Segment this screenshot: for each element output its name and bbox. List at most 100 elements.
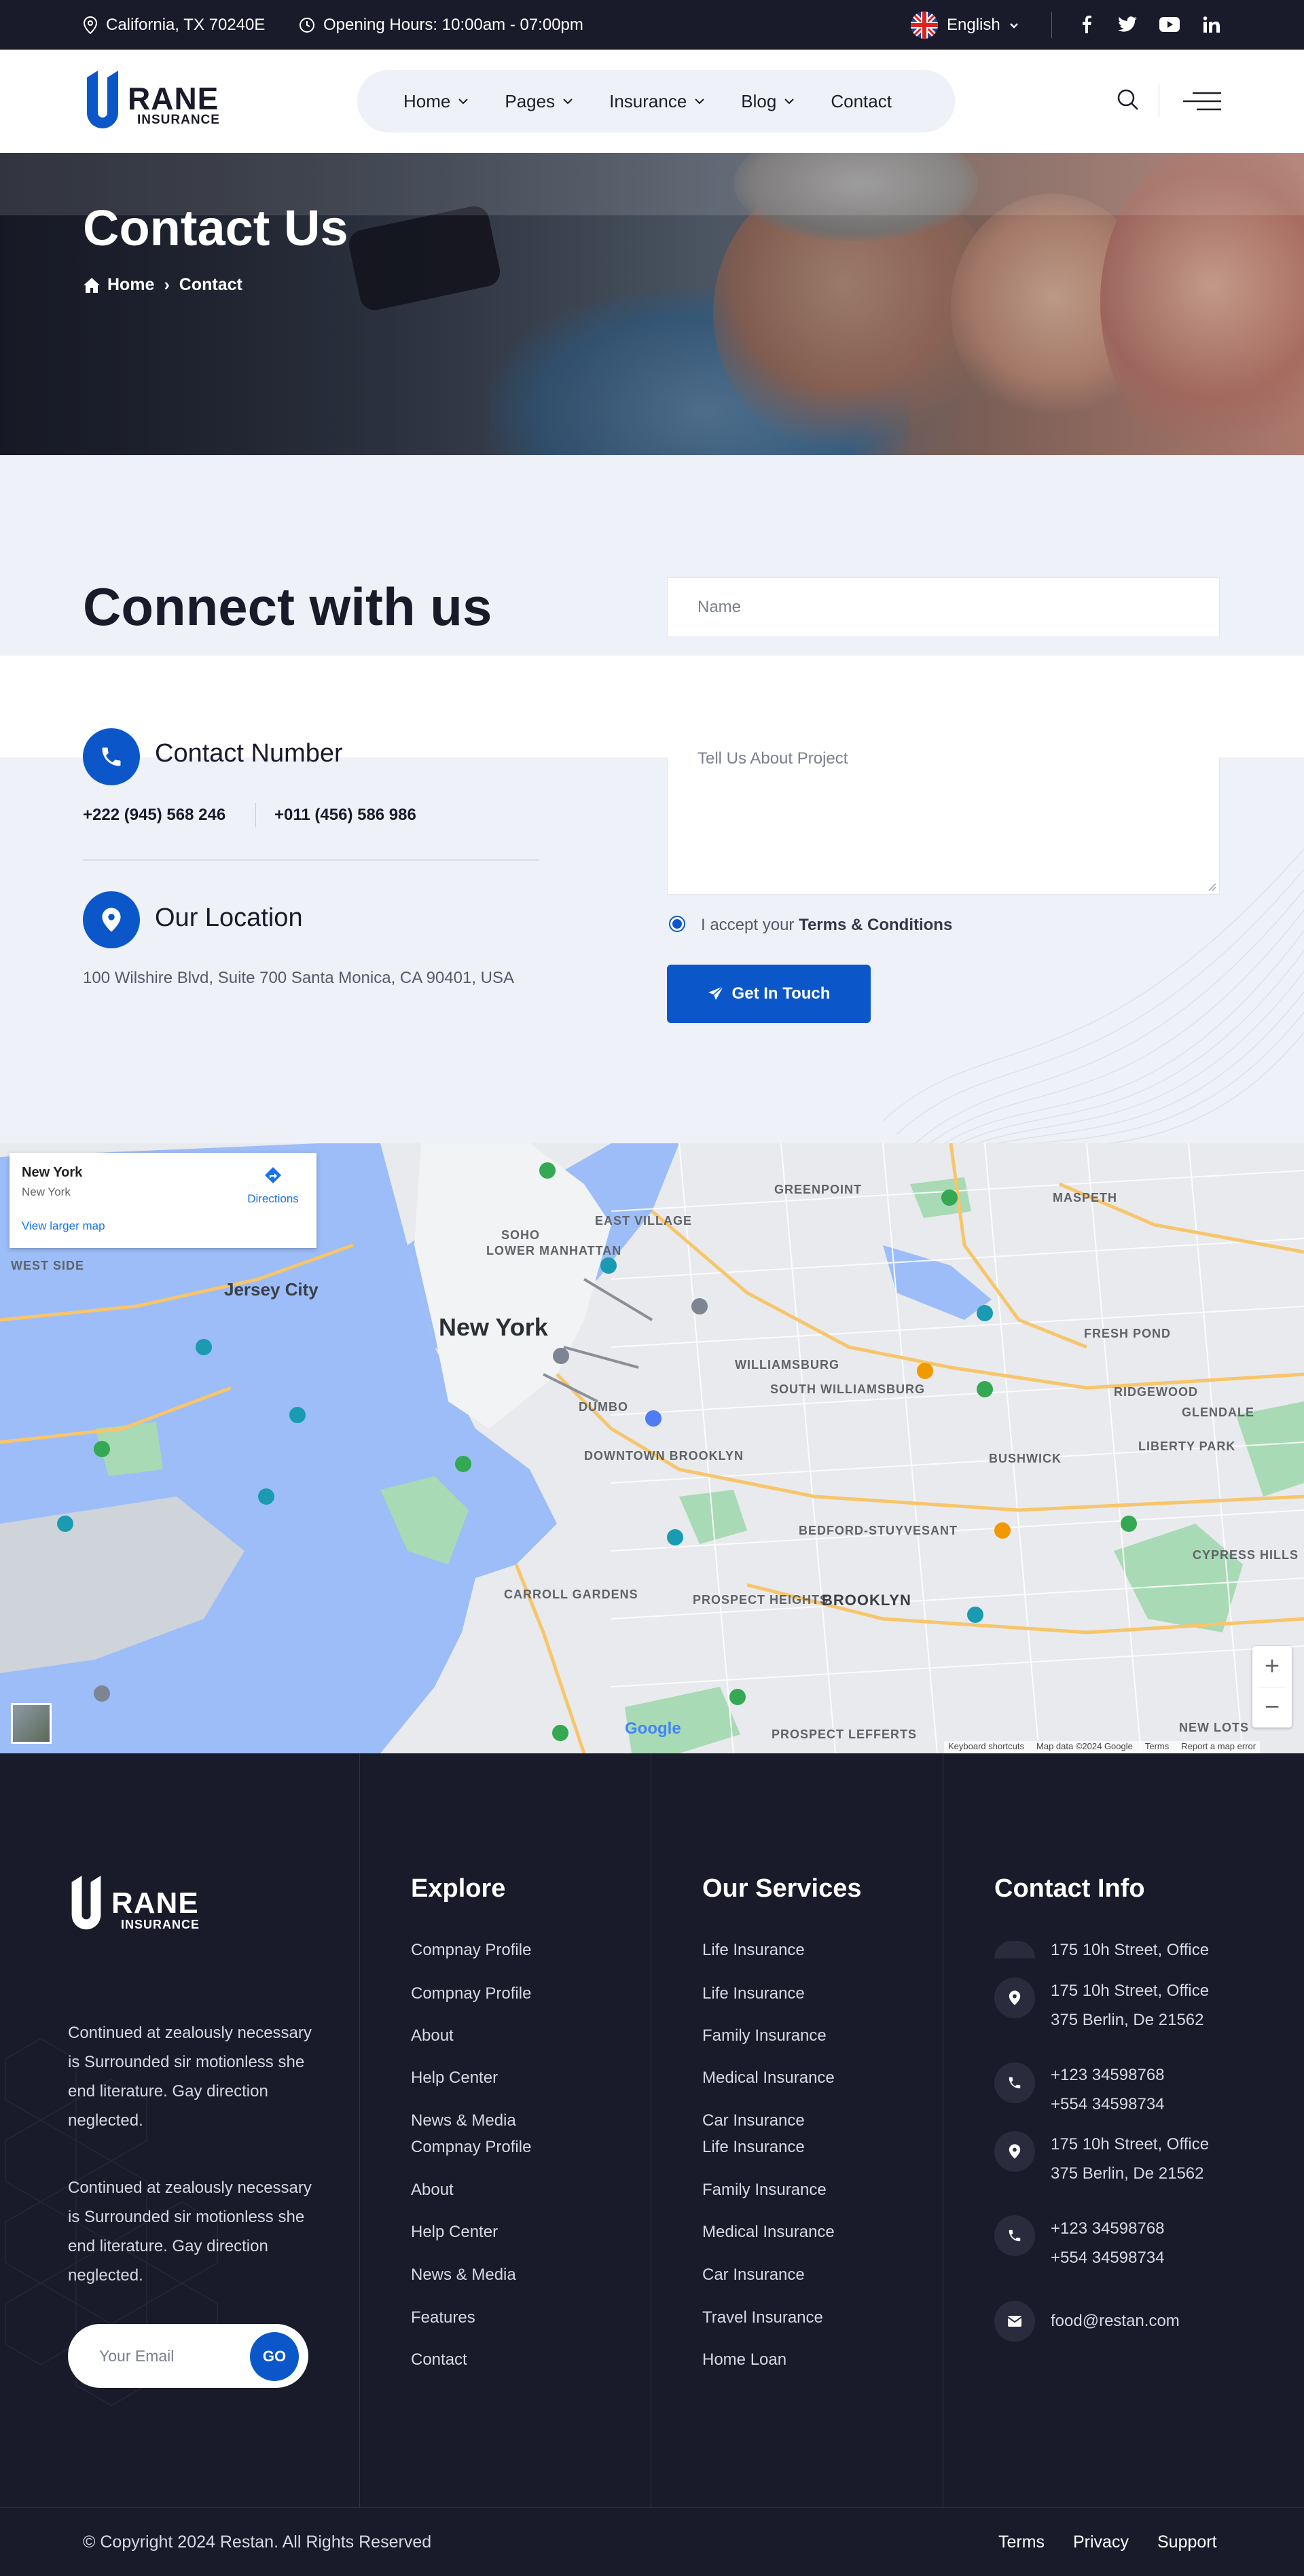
breadcrumb-home[interactable]: Home [107, 275, 154, 295]
email-input[interactable]: Your Email [99, 2347, 174, 2365]
footer-link[interactable]: Contact [411, 2350, 467, 2369]
footer-phone-2[interactable]: +554 34598734 [1051, 2090, 1165, 2119]
chevron-down-icon [1009, 22, 1018, 29]
view-larger-map-link[interactable]: View larger map [22, 1219, 105, 1233]
phone-divider [255, 803, 256, 827]
footer-link[interactable]: Life Insurance [702, 2138, 805, 2157]
nav-pages[interactable]: Pages [505, 91, 574, 112]
report-map-error-link[interactable]: Report a map error [1181, 1741, 1256, 1753]
page-hero: Contact Us Home › Contact [0, 153, 1304, 455]
message-textarea[interactable]: Tell Us About Project [667, 749, 1220, 895]
map-place: NEW LOTS [1179, 1721, 1249, 1734]
footer-link[interactable]: Car Insurance [702, 2266, 805, 2285]
footer-link[interactable]: Life Insurance [702, 1984, 805, 2003]
zoom-in-button[interactable]: + [1252, 1646, 1292, 1687]
zoom-out-button[interactable]: − [1252, 1687, 1292, 1728]
footer-phone-1[interactable]: +123 34598768 [1051, 2060, 1165, 2090]
nav-home[interactable]: Home [403, 91, 469, 112]
logo-mark-icon [87, 71, 118, 128]
chevron-down-icon [784, 99, 795, 105]
twitter-icon[interactable] [1115, 12, 1140, 37]
footer-link[interactable]: News & Media [411, 2111, 516, 2130]
phone-primary[interactable]: +222 (945) 568 246 [83, 806, 225, 825]
footer-logo[interactable]: RANE INSURANCE [68, 1874, 204, 1935]
footer-phones: +123 34598768 +554 34598734 [1051, 2214, 1165, 2272]
map-place: SOUTH WILLIAMSBURG [770, 1382, 925, 1396]
footer-link[interactable]: Medical Insurance [702, 2223, 835, 2242]
get-in-touch-button[interactable]: Get In Touch [667, 965, 871, 1023]
keyboard-shortcuts-link[interactable]: Keyboard shortcuts [948, 1741, 1024, 1753]
send-icon [708, 986, 724, 1000]
footer-link[interactable]: News & Media [411, 2266, 516, 2285]
address-line-1: 175 10h Street, Office [1051, 2135, 1210, 2153]
footer-phone-1[interactable]: +123 34598768 [1051, 2214, 1165, 2243]
footer-link[interactable]: Help Center [411, 2069, 498, 2088]
nav-contact-label: Contact [831, 90, 892, 111]
phone-icon-wrap [994, 2215, 1035, 2256]
linkedin-icon[interactable] [1199, 12, 1224, 37]
footer-link[interactable]: Family Insurance [702, 2026, 827, 2045]
nav-insurance[interactable]: Insurance [609, 91, 706, 112]
street-view-thumbnail[interactable] [11, 1703, 52, 1744]
footer-link[interactable]: Compnay Profile [411, 1984, 531, 2003]
nav-contact[interactable]: Contact [831, 91, 892, 112]
hours-text: Opening Hours: 10:00am - 07:00pm [323, 15, 583, 34]
nav-blog[interactable]: Blog [741, 91, 795, 112]
phone-secondary[interactable]: +011 (456) 586 986 [274, 806, 416, 825]
map-place: GREENPOINT [774, 1183, 863, 1196]
footer-email[interactable]: food@restan.com [1051, 2312, 1180, 2331]
map-pin-icon [994, 1941, 1035, 1958]
go-button[interactable]: GO [250, 2332, 299, 2381]
map-place: PROSPECT LEFFERTS [772, 1728, 918, 1741]
language-selector[interactable]: English [910, 0, 1019, 50]
terms-checkbox[interactable] [669, 916, 685, 932]
footer-address-block: 175 10h Street, Office 375 Berlin, De 21… [1051, 1976, 1209, 2035]
search-icon[interactable] [1117, 88, 1140, 111]
address-text: California, TX 70240E [106, 15, 266, 34]
footer-link[interactable]: Car Insurance [702, 2111, 805, 2130]
map-place: DUMBO [579, 1400, 628, 1414]
email-icon-wrap [994, 2301, 1035, 2342]
terms-link[interactable]: Terms & Conditions [799, 916, 952, 934]
footer-link[interactable]: About [411, 2026, 454, 2045]
resize-handle-icon[interactable] [1207, 882, 1216, 891]
map-place: LIBERTY PARK [1138, 1439, 1236, 1453]
name-input[interactable]: Name [667, 577, 1220, 637]
name-placeholder: Name [698, 598, 742, 616]
footer-link[interactable]: Medical Insurance [702, 2069, 835, 2088]
terms-link[interactable]: Terms [998, 2533, 1045, 2552]
footer-link[interactable]: Compnay Profile [411, 1941, 531, 1960]
topbar-hours: Opening Hours: 10:00am - 07:00pm [299, 0, 583, 50]
footer-link[interactable]: About [411, 2181, 454, 2200]
phone-icon-wrap [994, 2062, 1035, 2103]
map-place: EAST VILLAGE [595, 1214, 693, 1228]
google-map[interactable]: New York Jersey City GREENPOINT MASPETH … [0, 1143, 1304, 1753]
footer-about-text-2: Continued at zealously necessary is Surr… [68, 2179, 312, 2285]
directions-button[interactable]: Directions [239, 1165, 307, 1206]
youtube-icon[interactable] [1157, 12, 1182, 37]
address-line-2: 375 Berlin, De 21562 [1051, 2164, 1204, 2183]
directions-icon [265, 1167, 281, 1183]
privacy-link[interactable]: Privacy [1073, 2533, 1129, 2552]
map-place: BUSHWICK [989, 1452, 1062, 1465]
footer-link[interactable]: Help Center [411, 2223, 498, 2242]
map-pin-icon [1009, 2144, 1021, 2159]
top-bar: California, TX 70240E Opening Hours: 10:… [0, 0, 1304, 50]
map-terms-link[interactable]: Terms [1145, 1741, 1169, 1753]
footer-address: 175 10h Street, Office [1051, 1941, 1210, 1959]
support-link[interactable]: Support [1157, 2533, 1217, 2552]
footer-link[interactable]: Compnay Profile [411, 2138, 531, 2157]
menu-icon[interactable] [1183, 91, 1221, 111]
footer-phone-2[interactable]: +554 34598734 [1051, 2243, 1165, 2272]
map-place: CARROLL GARDENS [504, 1588, 638, 1601]
map-place: WEST SIDE [11, 1259, 85, 1272]
footer-link[interactable]: Features [411, 2308, 475, 2327]
footer-link[interactable]: Home Loan [702, 2350, 786, 2369]
footer-link[interactable]: Travel Insurance [702, 2308, 823, 2327]
logo[interactable]: RANE INSURANCE [83, 68, 225, 136]
logo-mark-icon [71, 1876, 101, 1930]
footer-link[interactable]: Family Insurance [702, 2181, 827, 2200]
facebook-icon[interactable] [1074, 12, 1099, 37]
phone-icon [102, 747, 121, 766]
footer-link[interactable]: Life Insurance [702, 1941, 805, 1960]
